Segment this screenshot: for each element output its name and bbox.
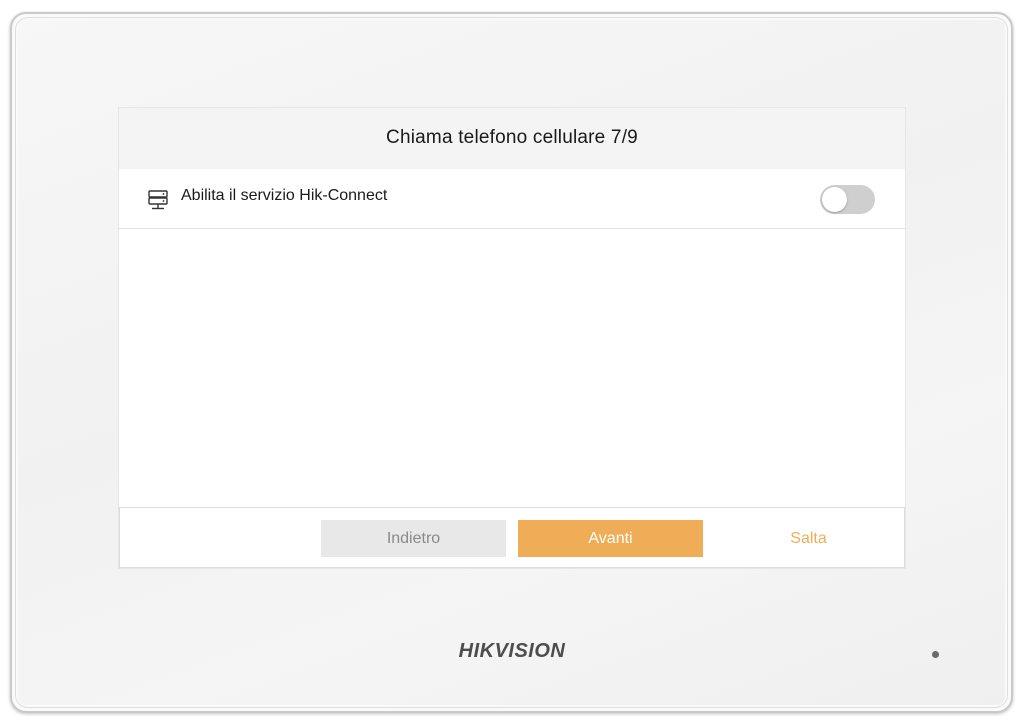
footer-bar: Indietro Avanti Salta (119, 507, 905, 568)
server-icon (147, 189, 169, 211)
skip-button[interactable]: Salta (716, 520, 901, 557)
title-bar: Chiama telefono cellulare 7/9 (119, 108, 905, 169)
status-led (932, 651, 939, 658)
back-button[interactable]: Indietro (321, 520, 506, 557)
toggle-knob (822, 187, 847, 212)
hik-connect-toggle[interactable] (820, 185, 875, 214)
setting-row-hik-connect: Abilita il servizio Hik-Connect (119, 169, 905, 229)
hik-connect-label: Abilita il servizio Hik-Connect (181, 187, 388, 204)
screen: Chiama telefono cellulare 7/9 Abilita il… (119, 108, 905, 568)
brand-logo: HIKVISION (458, 640, 566, 662)
next-button[interactable]: Avanti (518, 520, 703, 557)
page-title: Chiama telefono cellulare 7/9 (386, 126, 638, 148)
